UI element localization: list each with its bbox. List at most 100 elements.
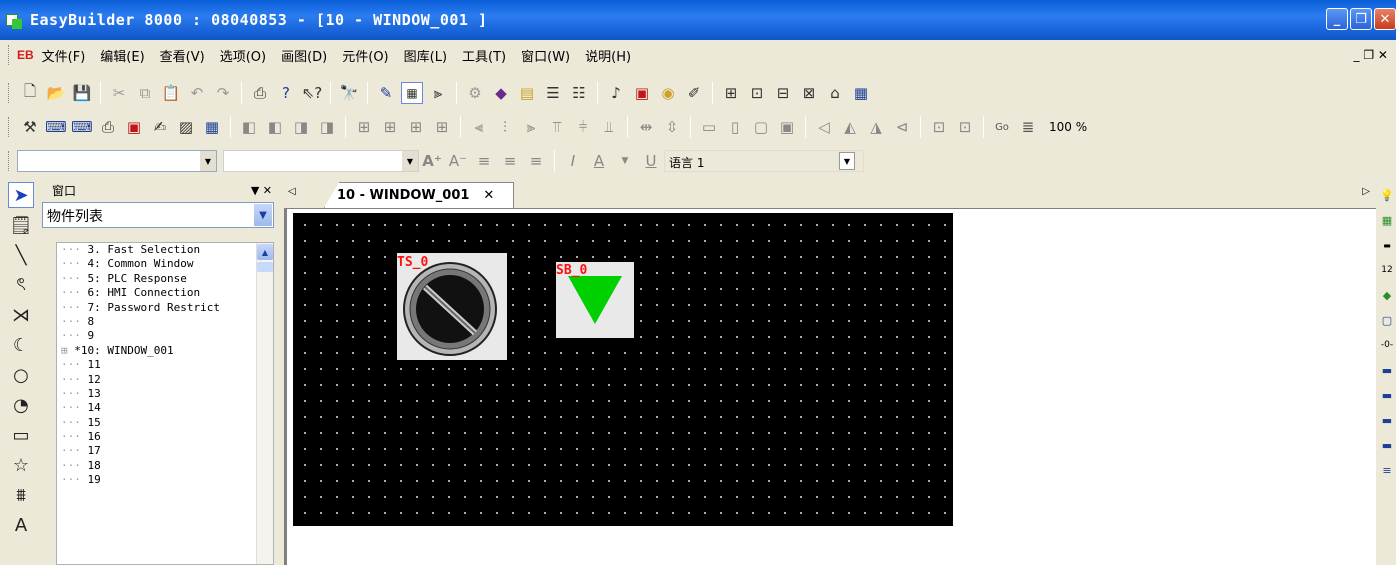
- tree-item[interactable]: ··· 15: [57, 416, 273, 430]
- tree-scrollbar[interactable]: ▲: [256, 243, 273, 564]
- printer-setup-icon[interactable]: ⎙: [97, 116, 119, 138]
- tag-icon[interactable]: ◉: [657, 82, 679, 104]
- compile-icon[interactable]: ⚙: [464, 82, 486, 104]
- menu-draw[interactable]: 画图(D): [281, 46, 327, 65]
- macro-icon[interactable]: ▣: [631, 82, 653, 104]
- undo-icon[interactable]: ↶: [186, 82, 208, 104]
- zoom-icon[interactable]: ≣: [1017, 116, 1039, 138]
- italic-icon[interactable]: I: [562, 150, 584, 172]
- tree-item[interactable]: ··· 5: PLC Response: [57, 272, 273, 286]
- help-icon[interactable]: ?: [275, 82, 297, 104]
- size4-icon[interactable]: ▣: [776, 116, 798, 138]
- dropdown-arrow-icon[interactable]: ▼: [614, 150, 636, 172]
- tools-icon[interactable]: ⚒: [19, 116, 41, 138]
- polygon-icon[interactable]: ☆: [8, 452, 34, 478]
- find-icon[interactable]: 🔭: [338, 82, 360, 104]
- picture-manager-icon[interactable]: ▨: [175, 116, 197, 138]
- window-canvas[interactable]: TS_0 SB_0: [293, 213, 953, 526]
- close-button[interactable]: ✕: [1374, 8, 1396, 30]
- grid-table-icon[interactable]: ▦: [201, 116, 223, 138]
- menu-tools[interactable]: 工具(T): [462, 46, 506, 65]
- grid-icon[interactable]: ▦: [401, 82, 423, 104]
- menu-edit[interactable]: 编辑(E): [100, 46, 144, 65]
- tree-item[interactable]: ··· 17: [57, 444, 273, 458]
- text-icon[interactable]: A: [8, 512, 34, 538]
- goto-icon[interactable]: Go: [991, 116, 1013, 138]
- layer4-icon[interactable]: ◨: [316, 116, 338, 138]
- freeform-icon[interactable]: ৎ: [8, 272, 34, 298]
- tree-item[interactable]: ··· 14: [57, 401, 273, 415]
- tree-item[interactable]: ··· 12: [57, 373, 273, 387]
- pen-icon[interactable]: ✎: [375, 82, 397, 104]
- tree-item[interactable]: ··· 16: [57, 430, 273, 444]
- text-center-icon[interactable]: ≡: [499, 150, 521, 172]
- copy-icon[interactable]: ⧉: [134, 82, 156, 104]
- tab-scroll-left-icon[interactable]: ◁: [288, 186, 296, 197]
- tree-item-expandable[interactable]: ⊞ *10: WINDOW_001: [57, 344, 273, 358]
- font-shrink-icon[interactable]: A⁻: [447, 150, 469, 172]
- pie-icon[interactable]: ◔: [8, 392, 34, 418]
- numeric-input-icon[interactable]: ▬: [1379, 387, 1395, 403]
- tab-scroll-right-icon[interactable]: ▷: [1362, 186, 1370, 197]
- select-pointer-icon[interactable]: ➤: [8, 182, 34, 208]
- font-color-icon[interactable]: A: [588, 150, 610, 172]
- home-icon[interactable]: ⌂: [824, 82, 846, 104]
- menu-view[interactable]: 查看(V): [160, 46, 205, 65]
- function-key-icon[interactable]: ▢: [1379, 312, 1395, 328]
- mdi-controls[interactable]: _ ❐ ✕: [1354, 48, 1388, 62]
- simulate-icon[interactable]: ▤: [516, 82, 538, 104]
- system-icon[interactable]: ⌨: [45, 116, 67, 138]
- polyline-icon[interactable]: ⋊: [8, 302, 34, 328]
- download-icon[interactable]: ◆: [490, 82, 512, 104]
- word-lamp-icon[interactable]: ▦: [1379, 212, 1395, 228]
- edit-icon[interactable]: ✐: [683, 82, 705, 104]
- table-icon[interactable]: ☷: [568, 82, 590, 104]
- open-folder-icon[interactable]: 📂: [45, 82, 67, 104]
- system2-icon[interactable]: ⌨: [71, 116, 93, 138]
- menu-file[interactable]: 文件(F): [42, 46, 86, 65]
- tree-item[interactable]: ··· 4: Common Window: [57, 257, 273, 271]
- new-file-icon[interactable]: 🗋: [19, 82, 41, 104]
- context-help-icon[interactable]: ⇖?: [301, 82, 323, 104]
- size3-icon[interactable]: ▢: [750, 116, 772, 138]
- line-icon[interactable]: ╲: [8, 242, 34, 268]
- cut-icon[interactable]: ✂: [108, 82, 130, 104]
- tree-item[interactable]: ··· 9: [57, 329, 273, 343]
- nudge1-icon[interactable]: ⊡: [928, 116, 950, 138]
- print-icon[interactable]: ⎙: [249, 82, 271, 104]
- ascii-input-icon[interactable]: ▬: [1379, 437, 1395, 453]
- layer3-icon[interactable]: ◨: [290, 116, 312, 138]
- tab-close-icon[interactable]: ✕: [483, 188, 494, 203]
- panel-controls[interactable]: ▼ ✕: [251, 184, 272, 197]
- scroll-thumb[interactable]: [257, 262, 273, 272]
- ce-icon[interactable]: ▣: [123, 116, 145, 138]
- size1-icon[interactable]: ▭: [698, 116, 720, 138]
- flip3-icon[interactable]: ◮: [865, 116, 887, 138]
- font-grow-icon[interactable]: A⁺: [421, 150, 443, 172]
- group2-icon[interactable]: ⊞: [405, 116, 427, 138]
- scale-icon[interactable]: ⩩: [8, 482, 34, 508]
- restore-button[interactable]: ❐: [1350, 8, 1372, 30]
- window-tree[interactable]: ··· 3. Fast Selection ··· 4: Common Wind…: [56, 242, 274, 565]
- arc-icon[interactable]: ☾: [8, 332, 34, 358]
- align-center-icon[interactable]: ⫶: [494, 116, 516, 138]
- sound-icon[interactable]: ♪: [605, 82, 627, 104]
- toggle-icon[interactable]: ◆: [1379, 287, 1395, 303]
- tree-item[interactable]: ··· 8: [57, 315, 273, 329]
- minimize-button[interactable]: _: [1326, 8, 1348, 30]
- text-right-icon[interactable]: ≡: [525, 150, 547, 172]
- align-right-icon[interactable]: ⫸: [520, 116, 542, 138]
- numeric-display-icon[interactable]: ▬: [1379, 362, 1395, 378]
- set-bit-icon[interactable]: ▬: [1379, 237, 1395, 253]
- font-name-combo[interactable]: ▼: [17, 150, 217, 172]
- group3-icon[interactable]: ⊞: [431, 116, 453, 138]
- redo-icon[interactable]: ↷: [212, 82, 234, 104]
- ungroup-icon[interactable]: ⊞: [379, 116, 401, 138]
- flip2-icon[interactable]: ◭: [839, 116, 861, 138]
- shape-icon[interactable]: ⊟: [772, 82, 794, 104]
- group-icon[interactable]: ⊞: [353, 116, 375, 138]
- language-combo[interactable]: 语言 1 ▼: [664, 150, 864, 172]
- align-left-icon[interactable]: ⫷: [468, 116, 490, 138]
- underline-icon[interactable]: U: [640, 150, 662, 172]
- menu-help[interactable]: 说明(H): [585, 46, 631, 65]
